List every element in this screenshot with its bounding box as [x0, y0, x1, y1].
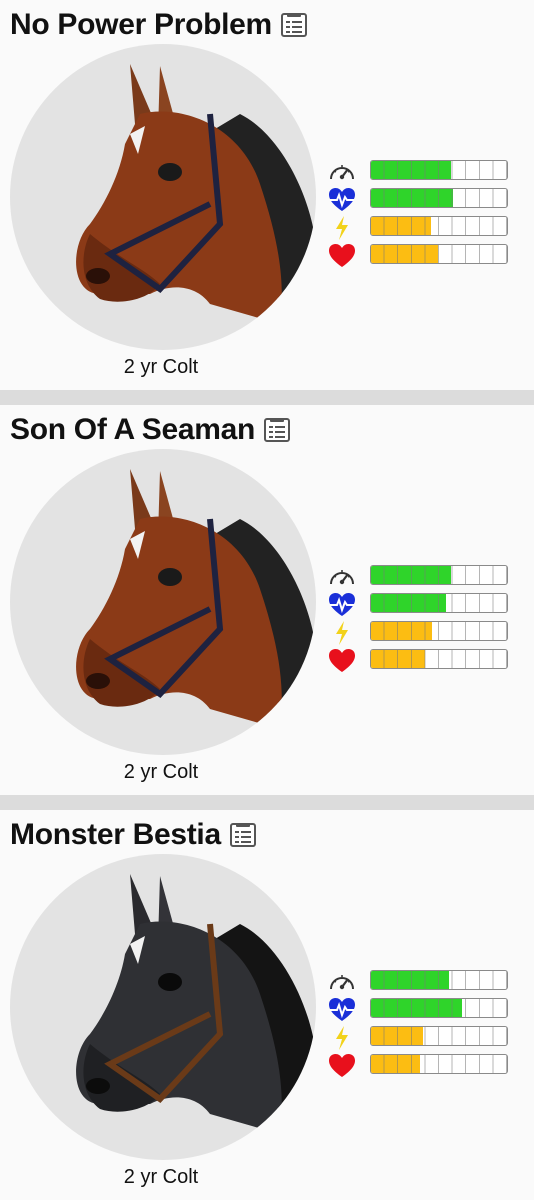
horse-age-label: 2 yr Colt	[123, 1166, 199, 1188]
horse-age-label: 2 yr Colt	[123, 356, 199, 378]
card-divider	[0, 795, 534, 810]
stamina-bar	[370, 593, 508, 613]
lightning-bolt-icon	[336, 1026, 348, 1050]
horse-stats	[328, 158, 518, 270]
speed-bar	[370, 970, 508, 990]
speedometer-icon	[330, 165, 354, 180]
horse-stats	[328, 968, 518, 1080]
speed-bar	[370, 160, 508, 180]
horse-portrait[interactable]	[10, 44, 316, 350]
speedometer-icon	[330, 570, 354, 585]
stat-energy	[328, 214, 518, 242]
horse-card[interactable]: Son Of A Seaman 2 yr Colt	[0, 405, 534, 795]
energy-bar	[370, 621, 508, 641]
health-bar	[370, 1054, 508, 1074]
lightning-bolt-icon	[336, 621, 348, 645]
horse-title-row: No Power Problem	[10, 6, 308, 44]
notes-icon[interactable]	[229, 821, 257, 849]
stat-stamina	[328, 186, 518, 214]
horse-title-row: Son Of A Seaman	[10, 411, 291, 449]
notes-icon[interactable]	[280, 11, 308, 39]
stat-stamina	[328, 996, 518, 1024]
stamina-bar	[370, 188, 508, 208]
stat-energy	[328, 619, 518, 647]
heartbeat-icon	[329, 188, 355, 211]
horse-name[interactable]: Son Of A Seaman	[10, 411, 255, 449]
horse-age-label: 2 yr Colt	[123, 761, 199, 783]
health-bar	[370, 649, 508, 669]
horse-portrait[interactable]	[10, 854, 316, 1160]
horse-name[interactable]: Monster Bestia	[10, 816, 221, 854]
stat-stamina	[328, 591, 518, 619]
stat-health	[328, 242, 518, 270]
card-divider	[0, 390, 534, 405]
stat-health	[328, 1052, 518, 1080]
stat-energy	[328, 1024, 518, 1052]
speed-bar	[370, 565, 508, 585]
stat-speed	[328, 563, 518, 591]
stamina-bar	[370, 998, 508, 1018]
stat-health	[328, 647, 518, 675]
heart-icon	[329, 1054, 355, 1077]
notes-icon[interactable]	[263, 416, 291, 444]
energy-bar	[370, 216, 508, 236]
energy-bar	[370, 1026, 508, 1046]
stat-speed	[328, 968, 518, 996]
heart-icon	[329, 244, 355, 267]
health-bar	[370, 244, 508, 264]
heart-icon	[329, 649, 355, 672]
horse-head-image	[76, 874, 316, 1134]
stat-speed	[328, 158, 518, 186]
horse-title-row: Monster Bestia	[10, 816, 257, 854]
horse-head-image	[76, 64, 316, 324]
heartbeat-icon	[329, 998, 355, 1021]
horse-portrait[interactable]	[10, 449, 316, 755]
heartbeat-icon	[329, 593, 355, 616]
horse-head-image	[76, 469, 316, 729]
speedometer-icon	[330, 975, 354, 990]
horse-card[interactable]: Monster Bestia 2 yr Colt	[0, 810, 534, 1200]
horse-name[interactable]: No Power Problem	[10, 6, 272, 44]
horse-stats	[328, 563, 518, 675]
lightning-bolt-icon	[336, 216, 348, 240]
horse-card[interactable]: No Power Problem 2 yr Colt	[0, 0, 534, 390]
